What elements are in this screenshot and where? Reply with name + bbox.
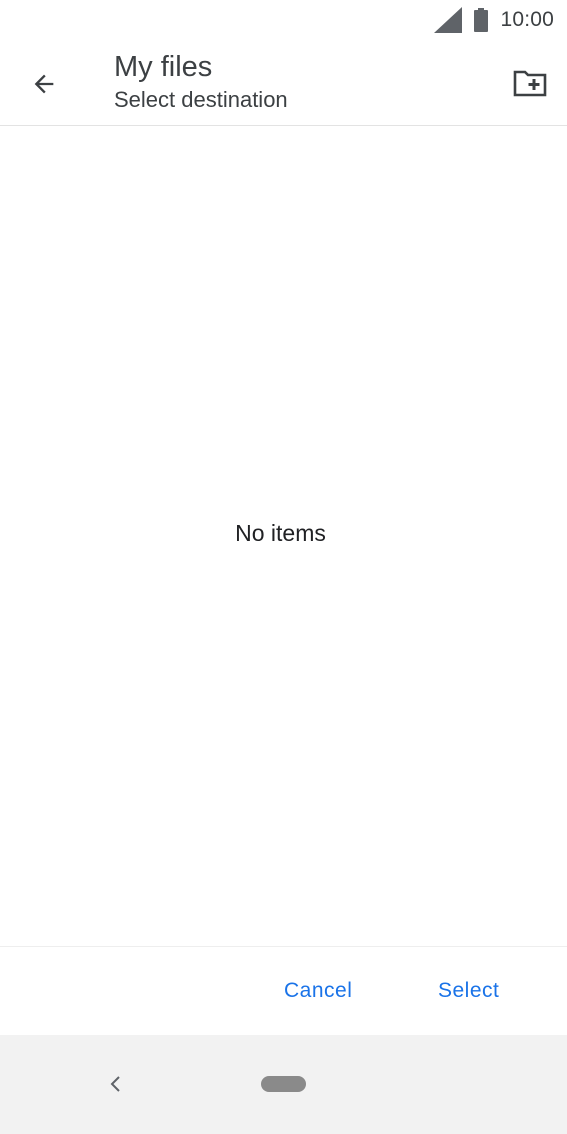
nav-back-icon: [110, 1076, 120, 1092]
status-time: 10:00: [500, 8, 554, 31]
app-bar: My files Select destination: [0, 40, 567, 126]
cellular-signal-icon: [434, 7, 463, 33]
system-navigation-bar: [0, 1035, 567, 1134]
cancel-button[interactable]: Cancel: [284, 967, 352, 1015]
page-subtitle: Select destination: [114, 87, 288, 112]
home-pill-icon[interactable]: [261, 1076, 306, 1092]
battery-icon: [474, 8, 489, 32]
empty-state-message: No items: [235, 520, 326, 546]
back-button[interactable]: [20, 60, 68, 108]
new-folder-button[interactable]: [505, 58, 555, 108]
create-new-folder-icon: [513, 70, 547, 97]
dialog-action-bar: Cancel Select: [0, 946, 567, 1035]
page-title: My files: [114, 51, 213, 83]
title-block: My files Select destination: [114, 50, 288, 116]
status-bar: 10:00: [0, 0, 567, 40]
nav-back-button[interactable]: [104, 1069, 128, 1099]
arrow-back-icon: [34, 74, 54, 94]
select-button[interactable]: Select: [438, 967, 499, 1015]
